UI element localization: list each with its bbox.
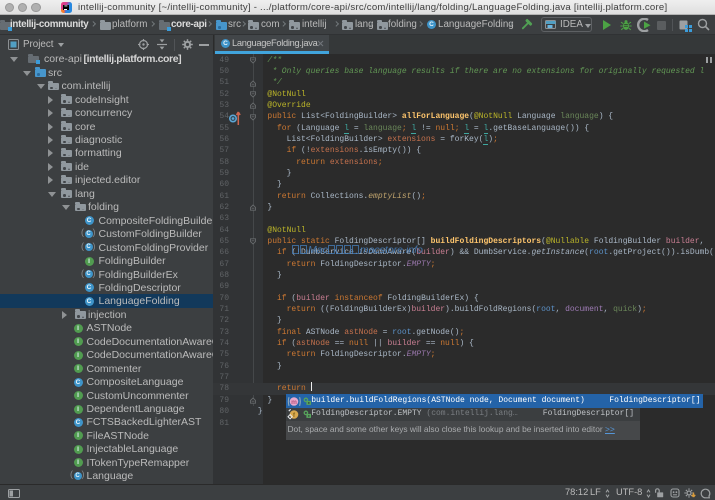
svg-text:m: m [291, 399, 297, 406]
